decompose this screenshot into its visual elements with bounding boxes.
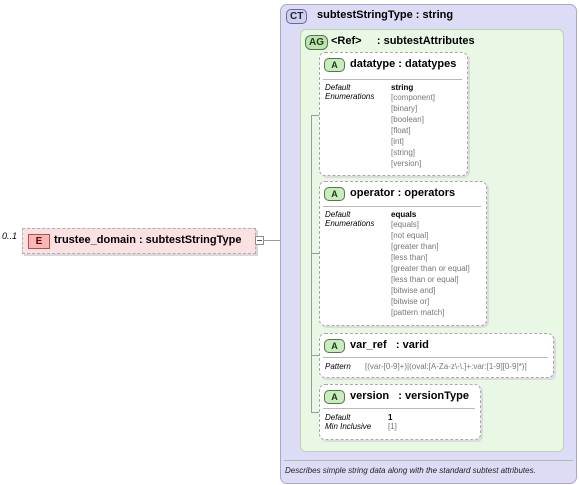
attribute-group-name: <Ref> : subtestAttributes <box>331 35 475 47</box>
tree-branch-version <box>311 412 319 413</box>
attribute-badge: A <box>324 187 345 201</box>
attribute-version[interactable]: A version : versionType Default Min Incl… <box>319 384 481 440</box>
attribute-group-badge: AG <box>305 35 328 50</box>
default-value: string <box>391 83 414 92</box>
default-label: Default <box>325 210 351 219</box>
enumeration-item: [string] <box>391 148 416 157</box>
enumeration-item: [version] <box>391 159 422 168</box>
enumeration-item: [less than] <box>391 253 428 262</box>
enumeration-item: [greater than] <box>391 242 439 251</box>
enumeration-item: [float] <box>391 126 411 135</box>
enumeration-item: [equals] <box>391 220 420 229</box>
attribute-separator <box>323 408 475 409</box>
enumerations-label: Enumerations <box>325 219 375 228</box>
tree-vertical-line <box>311 115 312 412</box>
attribute-name: datatype : datatypes <box>350 58 457 70</box>
attribute-badge: A <box>324 58 345 72</box>
enumeration-item: [component] <box>391 93 436 102</box>
enumeration-item: [binary] <box>391 104 418 113</box>
pattern-value: [(var-[0-9]+)|(oval:[A-Za-z\-\.]+:var:[1… <box>365 362 527 371</box>
attribute-badge: A <box>324 339 345 353</box>
enumeration-list: [component] [binary] [boolean] [float] [… <box>391 92 435 169</box>
attribute-name: var_ref : varid <box>350 339 429 351</box>
default-label: Default <box>325 83 351 92</box>
enumeration-item: [less than or equal] <box>391 275 459 284</box>
connector-line <box>264 240 280 241</box>
enumeration-item: [bitwise or] <box>391 297 430 306</box>
attribute-name: version : versionType <box>350 390 470 402</box>
element-name: trustee_domain : subtestStringType <box>54 234 242 246</box>
attribute-var-ref[interactable]: A var_ref : varid Pattern [(var-[0-9]+)|… <box>319 333 554 378</box>
complex-type-badge: CT <box>286 9 308 24</box>
attribute-separator <box>323 357 548 358</box>
enumeration-item: [int] <box>391 137 404 146</box>
attribute-badge: A <box>324 390 345 404</box>
element-badge: E <box>28 234 50 249</box>
default-value: equals <box>391 210 417 219</box>
complex-type-description: Describes simple string data along with … <box>285 466 536 475</box>
attribute-operator[interactable]: A operator : operators Default Enumerati… <box>319 181 487 326</box>
min-inclusive-value: [1] <box>388 422 397 431</box>
attribute-separator <box>323 206 481 207</box>
enumeration-item: [bitwise and] <box>391 286 436 295</box>
default-label: Default <box>325 413 351 422</box>
attribute-name: operator : operators <box>350 187 456 199</box>
complex-type-name: subtestStringType : string <box>317 9 454 21</box>
attribute-datatype[interactable]: A datatype : datatypes Default Enumerati… <box>319 52 468 176</box>
collapse-toggle-icon[interactable] <box>255 236 264 245</box>
element-trustee-domain[interactable]: E trustee_domain : subtestStringType <box>22 228 256 254</box>
tree-branch-operator <box>311 253 319 254</box>
enumerations-label: Enumerations <box>325 92 375 101</box>
attribute-separator <box>323 79 462 80</box>
pattern-label: Pattern <box>325 362 351 371</box>
enumeration-item: [not equal] <box>391 231 429 240</box>
enumeration-list: [equals] [not equal] [greater than] [les… <box>391 219 470 318</box>
enumeration-item: [boolean] <box>391 115 424 124</box>
enumeration-item: [pattern match] <box>391 308 445 317</box>
tree-branch-datatype <box>311 115 319 116</box>
description-separator <box>284 460 573 461</box>
enumeration-item: [greater than or equal] <box>391 264 470 273</box>
min-inclusive-label: Min Inclusive <box>325 422 372 431</box>
tree-branch-var-ref <box>311 355 319 356</box>
occurrence-label: 0..1 <box>2 231 18 241</box>
